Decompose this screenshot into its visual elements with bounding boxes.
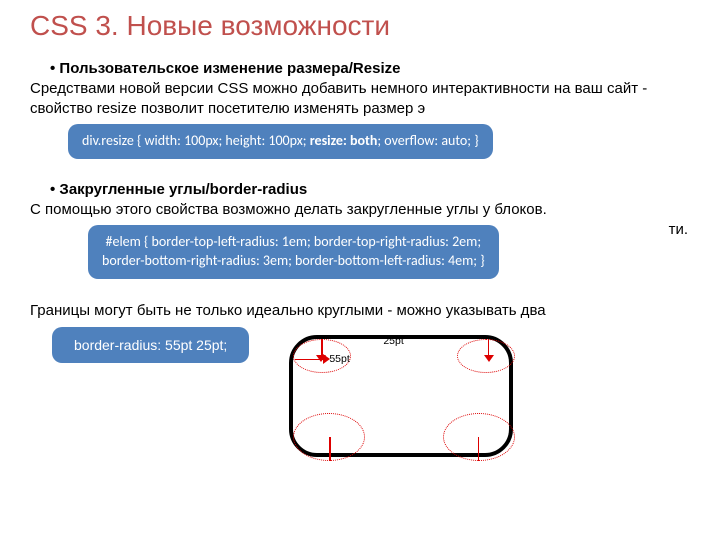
diagram-arrow-v3 [329,437,331,461]
slide-title: CSS 3. Новые возможности [30,10,690,42]
radius-code-wrap: #elem { border-top-left-radius: 1em; bor… [88,225,690,279]
diagram-label-25: 25pt [383,335,403,347]
ellipse-code-box: border-radius: 55pt 25pt; [52,327,249,363]
ellipse-row: border-radius: 55pt 25pt; 25pt 55pt [52,327,690,465]
resize-code-wrap: div.resize { width: 100px; height: 100px… [68,124,690,159]
radius-text1-tail: ти. [669,220,688,240]
radius-heading: Закругленные углы/border-radius [50,181,690,198]
resize-code-pre: div.resize { width: 100px; height: 100px… [82,132,310,149]
resize-text: Средствами новой версии CSS можно добави… [30,79,690,118]
radius-code-box: #elem { border-top-left-radius: 1em; bor… [88,225,499,279]
slide: CSS 3. Новые возможности Пользовательско… [0,0,720,485]
border-radius-diagram: 25pt 55pt [289,325,519,465]
resize-heading: Пользовательское изменение размера/Resiz… [50,60,690,77]
ellipse-text: Границы могут быть не только идеально кр… [30,301,690,321]
diagram-arrowhead-v2 [484,355,494,362]
radius-code-line1: #elem { border-top-left-radius: 1em; bor… [106,233,482,250]
diagram-arrow-v4 [478,437,480,461]
radius-code-line2: border-bottom-right-radius: 3em; border-… [102,252,485,269]
diagram-ellipse-br [443,413,515,461]
resize-code-box: div.resize { width: 100px; height: 100px… [68,124,493,159]
radius-text1: С помощью этого свойства возможно делать… [30,200,690,220]
resize-code-em: resize: both [310,132,378,149]
diagram-label-55: 55pt [329,353,349,365]
resize-code-post: ; overflow: auto; } [377,132,478,149]
